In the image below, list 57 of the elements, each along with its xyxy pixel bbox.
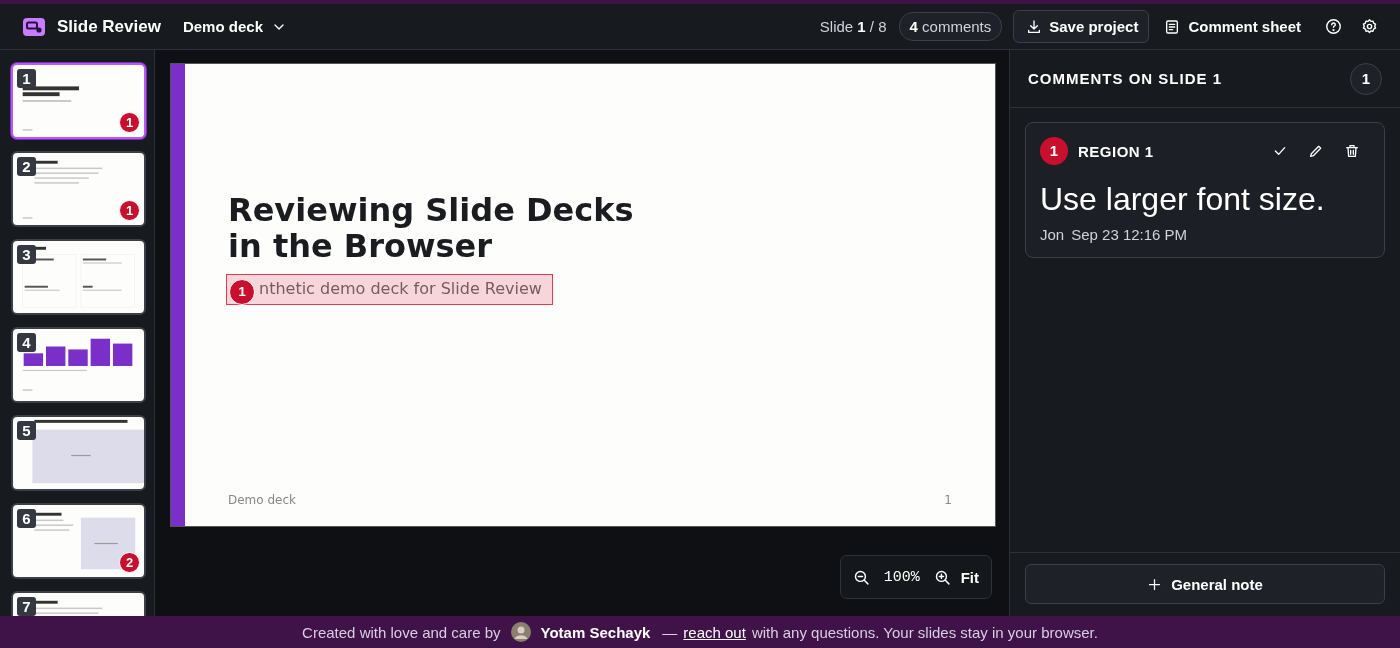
general-note-button[interactable]: General note bbox=[1025, 564, 1385, 604]
credit-text: Created with love and care by bbox=[302, 623, 501, 641]
reach-out-link[interactable]: reach out bbox=[683, 623, 746, 641]
pencil-icon[interactable] bbox=[1308, 143, 1324, 159]
author-name: Yotam Sechayk bbox=[540, 623, 651, 641]
slide-thumbnail[interactable]: 4 bbox=[11, 327, 146, 403]
slide-number-badge: 2 bbox=[17, 157, 36, 176]
document-icon bbox=[1164, 18, 1181, 35]
fit-button[interactable]: Fit bbox=[960, 568, 979, 586]
comment-count-badge: 1 bbox=[119, 112, 140, 133]
comment-pin: 1 bbox=[1040, 137, 1068, 165]
slide-number-badge: 1 bbox=[17, 69, 36, 88]
comment-author: Jon bbox=[1040, 226, 1065, 243]
help-icon[interactable] bbox=[1325, 18, 1342, 35]
logo-icon bbox=[23, 17, 45, 36]
slide-thumbnail[interactable]: 6 2 bbox=[11, 503, 146, 579]
region-label: REGION 1 bbox=[1078, 142, 1154, 160]
comment-count-badge: 1 bbox=[119, 200, 140, 221]
zoom-in-icon[interactable] bbox=[933, 568, 951, 586]
app-title: Slide Review bbox=[57, 16, 161, 37]
slide-thumbnail[interactable]: 3 bbox=[11, 239, 146, 315]
comment-sheet-button[interactable]: Comment sheet bbox=[1156, 12, 1309, 41]
slide-thumbnail[interactable]: 1 1 bbox=[11, 63, 146, 139]
comment-count-badge: 1 bbox=[1350, 62, 1382, 95]
zoom-level: 100% bbox=[883, 568, 920, 586]
deck-dropdown[interactable]: Demo deck bbox=[182, 18, 287, 35]
zoom-out-icon[interactable] bbox=[852, 568, 870, 586]
slide-thumbnail[interactable]: 5 bbox=[11, 415, 146, 491]
slide-footer-text: Demo deck bbox=[228, 493, 296, 507]
comment-time: Sep 23 12:16 PM bbox=[1071, 226, 1188, 243]
slide-counter: Slide 1 / 8 bbox=[819, 18, 887, 35]
trash-icon[interactable] bbox=[1344, 143, 1360, 159]
comment-pin[interactable]: 1 bbox=[229, 279, 255, 305]
slide-title: Reviewing Slide Decks in the Browser bbox=[228, 192, 635, 264]
comments-count-badge: 4 comments bbox=[898, 12, 1003, 41]
slide-preview-drawing bbox=[34, 600, 103, 614]
comment-region[interactable]: 1 nthetic demo deck for Slide Review bbox=[226, 274, 553, 305]
slide-preview-drawing bbox=[22, 86, 79, 131]
slide-page-number: 1 bbox=[944, 493, 952, 507]
avatar-icon bbox=[510, 622, 531, 642]
slide-number-badge: 5 bbox=[17, 421, 36, 440]
slide-number-badge: 6 bbox=[17, 509, 36, 528]
slide-number-badge: 4 bbox=[17, 333, 36, 352]
plus-icon bbox=[1147, 576, 1163, 592]
dash-text: — bbox=[662, 623, 678, 641]
slide-number-badge: 3 bbox=[17, 245, 36, 264]
panel-heading: COMMENTS ON SLIDE 1 bbox=[1028, 70, 1222, 87]
save-project-button[interactable]: Save project bbox=[1013, 10, 1150, 43]
slide-thumbnail[interactable]: 7 bbox=[11, 591, 146, 616]
settings-icon[interactable] bbox=[1361, 18, 1378, 35]
comment-count-badge: 2 bbox=[119, 552, 140, 573]
slide-subtitle: nthetic demo deck for Slide Review bbox=[259, 279, 542, 298]
credit-text: with any questions. Your slides stay in your browser. bbox=[751, 623, 1098, 641]
slide-thumbnail[interactable]: 2 1 bbox=[11, 151, 146, 227]
slide-number-badge: 7 bbox=[17, 597, 36, 616]
comment-text: Use larger font size. bbox=[1040, 181, 1326, 218]
download-icon bbox=[1026, 18, 1043, 35]
